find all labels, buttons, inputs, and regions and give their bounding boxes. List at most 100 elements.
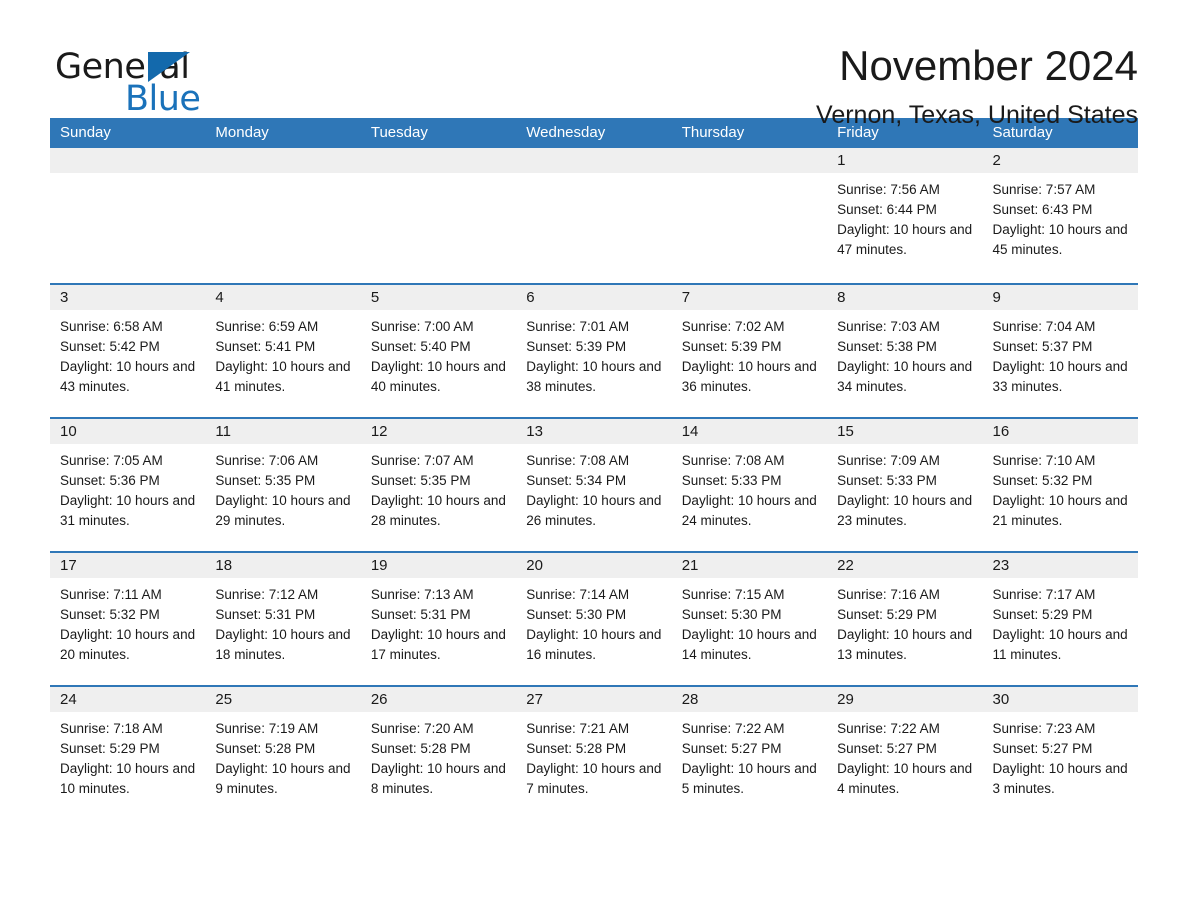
day-cell[interactable]: 17 Sunrise: 7:11 AM Sunset: 5:32 PM Dayl… [50, 553, 206, 685]
logo-triangle-icon [148, 52, 190, 82]
daylight-text: Daylight: 10 hours and 45 minutes. [992, 222, 1128, 257]
day-cell[interactable]: 16 Sunrise: 7:10 AM Sunset: 5:32 PM Dayl… [982, 419, 1138, 551]
day-cell[interactable]: 1 Sunrise: 7:56 AM Sunset: 6:44 PM Dayli… [827, 148, 983, 283]
daylight-text: Daylight: 10 hours and 5 minutes. [681, 761, 817, 796]
day-number: 15 [827, 419, 983, 444]
weekday-header-wednesday: Wednesday [526, 124, 606, 141]
day-info: Sunrise: 7:22 AM Sunset: 5:27 PM Dayligh… [827, 712, 982, 799]
day-cell[interactable] [360, 148, 517, 283]
sunset-text: Sunset: 5:29 PM [992, 607, 1093, 622]
day-info [50, 173, 205, 180]
day-cell[interactable]: 15 Sunrise: 7:09 AM Sunset: 5:33 PM Dayl… [827, 419, 983, 551]
sunset-text: Sunset: 5:33 PM [837, 473, 937, 488]
day-number: 17 [50, 553, 206, 578]
sunset-text: Sunset: 5:35 PM [370, 473, 471, 488]
daylight-text: Daylight: 10 hours and 10 minutes. [60, 761, 196, 796]
sunset-text: Sunset: 5:29 PM [837, 607, 937, 622]
daylight-text: Daylight: 10 hours and 21 minutes. [992, 493, 1128, 528]
sunset-text: Sunset: 5:30 PM [526, 607, 627, 622]
day-cell[interactable]: 2 Sunrise: 7:57 AM Sunset: 6:43 PM Dayli… [982, 148, 1138, 283]
daylight-text: Daylight: 10 hours and 8 minutes. [370, 761, 506, 796]
day-number [671, 148, 828, 173]
day-info: Sunrise: 7:22 AM Sunset: 5:27 PM Dayligh… [672, 712, 827, 799]
daylight-text: Daylight: 10 hours and 47 minutes. [837, 222, 973, 257]
day-cell[interactable]: 29 Sunrise: 7:22 AM Sunset: 5:27 PM Dayl… [827, 687, 983, 819]
day-cell[interactable]: 24 Sunrise: 7:18 AM Sunset: 5:29 PM Dayl… [50, 687, 206, 819]
day-cell[interactable] [671, 148, 828, 283]
day-cell[interactable]: 6 Sunrise: 7:01 AM Sunset: 5:39 PM Dayli… [516, 285, 672, 417]
general-blue-logo[interactable]: General Blue [50, 42, 201, 117]
day-info: Sunrise: 7:13 AM Sunset: 5:31 PM Dayligh… [361, 578, 516, 665]
day-number: 10 [50, 419, 206, 444]
day-cell[interactable]: 28 Sunrise: 7:22 AM Sunset: 5:27 PM Dayl… [671, 687, 828, 819]
sunset-text: Sunset: 5:30 PM [681, 607, 782, 622]
day-cell[interactable]: 12 Sunrise: 7:07 AM Sunset: 5:35 PM Dayl… [360, 419, 517, 551]
sunrise-text: Sunrise: 7:22 AM [837, 721, 940, 736]
day-cell[interactable] [205, 148, 361, 283]
day-number: 4 [205, 285, 361, 310]
sunrise-text: Sunrise: 7:06 AM [215, 453, 319, 468]
weekday-header-monday: Monday [215, 124, 269, 141]
day-number: 7 [671, 285, 828, 310]
daylight-text: Daylight: 10 hours and 34 minutes. [837, 359, 973, 394]
day-number: 19 [360, 553, 517, 578]
day-info: Sunrise: 7:08 AM Sunset: 5:34 PM Dayligh… [516, 444, 671, 531]
day-cell[interactable]: 22 Sunrise: 7:16 AM Sunset: 5:29 PM Dayl… [827, 553, 983, 685]
day-cell[interactable]: 18 Sunrise: 7:12 AM Sunset: 5:31 PM Dayl… [205, 553, 361, 685]
sunrise-text: Sunrise: 7:03 AM [837, 319, 940, 334]
day-cell[interactable]: 27 Sunrise: 7:21 AM Sunset: 5:28 PM Dayl… [516, 687, 672, 819]
sunrise-text: Sunrise: 7:05 AM [60, 453, 163, 468]
day-number: 28 [671, 687, 828, 712]
logo-text-blue: Blue [125, 79, 201, 119]
day-cell[interactable]: 3 Sunrise: 6:58 AM Sunset: 5:42 PM Dayli… [50, 285, 206, 417]
daylight-text: Daylight: 10 hours and 9 minutes. [215, 761, 351, 796]
day-cell[interactable]: 23 Sunrise: 7:17 AM Sunset: 5:29 PM Dayl… [982, 553, 1138, 685]
sunrise-text: Sunrise: 7:21 AM [526, 721, 630, 736]
daylight-text: Daylight: 10 hours and 3 minutes. [992, 761, 1128, 796]
day-cell[interactable]: 13 Sunrise: 7:08 AM Sunset: 5:34 PM Dayl… [516, 419, 672, 551]
weekday-header-thursday: Thursday [681, 124, 745, 141]
day-number: 13 [516, 419, 672, 444]
daylight-text: Daylight: 10 hours and 31 minutes. [60, 493, 196, 528]
day-cell[interactable] [516, 148, 672, 283]
weekday-header-friday: Friday [837, 124, 879, 141]
day-number: 18 [205, 553, 361, 578]
day-number: 5 [360, 285, 517, 310]
sunrise-text: Sunrise: 7:22 AM [681, 721, 785, 736]
day-cell[interactable]: 20 Sunrise: 7:14 AM Sunset: 5:30 PM Dayl… [516, 553, 672, 685]
day-cell[interactable]: 7 Sunrise: 7:02 AM Sunset: 5:39 PM Dayli… [671, 285, 828, 417]
day-number: 30 [982, 687, 1138, 712]
day-number: 11 [205, 419, 361, 444]
sunrise-text: Sunrise: 6:59 AM [215, 319, 319, 334]
day-info: Sunrise: 7:16 AM Sunset: 5:29 PM Dayligh… [827, 578, 982, 665]
day-info: Sunrise: 7:08 AM Sunset: 5:33 PM Dayligh… [672, 444, 827, 531]
sunset-text: Sunset: 5:39 PM [526, 339, 627, 354]
day-cell[interactable]: 21 Sunrise: 7:15 AM Sunset: 5:30 PM Dayl… [671, 553, 828, 685]
daylight-text: Daylight: 10 hours and 7 minutes. [526, 761, 662, 796]
day-cell[interactable]: 14 Sunrise: 7:08 AM Sunset: 5:33 PM Dayl… [671, 419, 828, 551]
day-cell[interactable]: 5 Sunrise: 7:00 AM Sunset: 5:40 PM Dayli… [360, 285, 517, 417]
calendar-page: General Blue November 2024 Vernon, Texas… [0, 0, 1188, 918]
day-info: Sunrise: 7:04 AM Sunset: 5:37 PM Dayligh… [983, 310, 1138, 397]
day-cell[interactable] [50, 148, 206, 283]
day-info [516, 173, 671, 180]
day-info: Sunrise: 7:19 AM Sunset: 5:28 PM Dayligh… [205, 712, 360, 799]
day-cell[interactable]: 26 Sunrise: 7:20 AM Sunset: 5:28 PM Dayl… [360, 687, 517, 819]
day-cell[interactable]: 9 Sunrise: 7:04 AM Sunset: 5:37 PM Dayli… [982, 285, 1138, 417]
day-cell[interactable]: 19 Sunrise: 7:13 AM Sunset: 5:31 PM Dayl… [360, 553, 517, 685]
day-info: Sunrise: 7:00 AM Sunset: 5:40 PM Dayligh… [361, 310, 516, 397]
day-number: 26 [360, 687, 517, 712]
day-cell[interactable]: 8 Sunrise: 7:03 AM Sunset: 5:38 PM Dayli… [827, 285, 983, 417]
day-cell[interactable]: 30 Sunrise: 7:23 AM Sunset: 5:27 PM Dayl… [982, 687, 1138, 819]
day-cell[interactable]: 25 Sunrise: 7:19 AM Sunset: 5:28 PM Dayl… [205, 687, 361, 819]
sunrise-text: Sunrise: 7:14 AM [526, 587, 630, 602]
day-info: Sunrise: 7:17 AM Sunset: 5:29 PM Dayligh… [983, 578, 1138, 665]
sunset-text: Sunset: 5:37 PM [992, 339, 1093, 354]
day-number: 27 [516, 687, 672, 712]
day-cell[interactable]: 4 Sunrise: 6:59 AM Sunset: 5:41 PM Dayli… [205, 285, 361, 417]
day-cell[interactable]: 11 Sunrise: 7:06 AM Sunset: 5:35 PM Dayl… [205, 419, 361, 551]
calendar-table: Sunday Monday Tuesday Wednesday Thursday… [50, 118, 1138, 819]
sunset-text: Sunset: 5:27 PM [837, 741, 937, 756]
day-number: 23 [982, 553, 1138, 578]
day-cell[interactable]: 10 Sunrise: 7:05 AM Sunset: 5:36 PM Dayl… [50, 419, 206, 551]
